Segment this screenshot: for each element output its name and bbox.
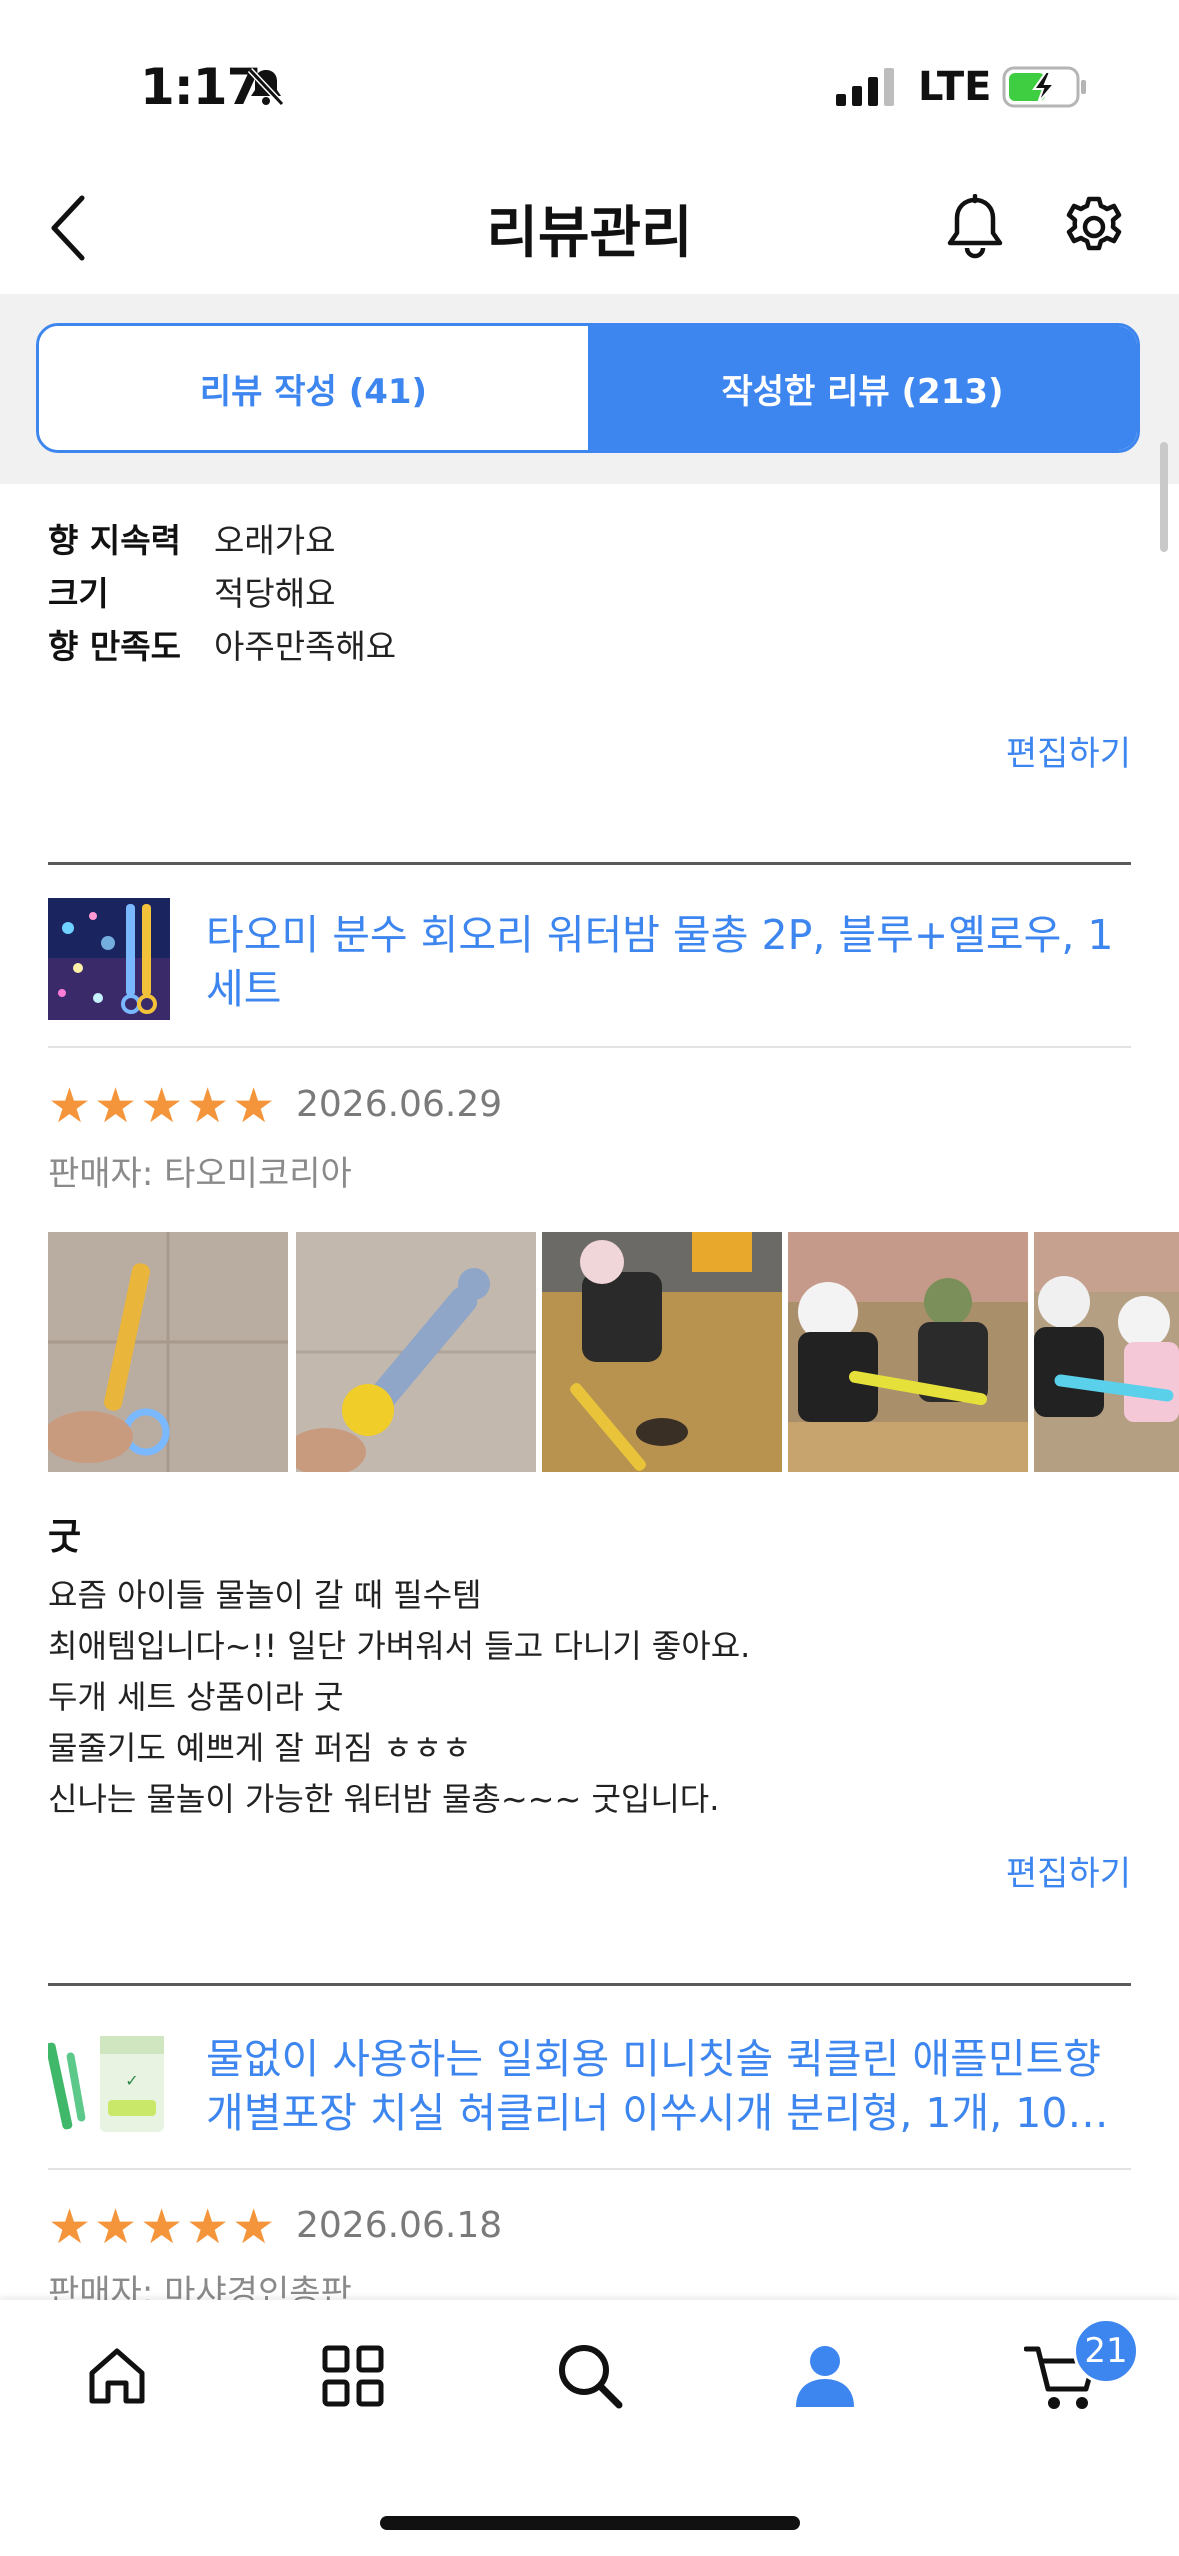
home-icon[interactable] (84, 2343, 150, 2409)
edit-review-link[interactable]: 편집하기 (1006, 726, 1131, 775)
review-body-line: 두개 세트 상품이라 굿 (48, 1678, 344, 1716)
star-icon: ★ (140, 1078, 184, 1134)
review-tabs: 리뷰 작성 (41) 작성한 리뷰 (213) (36, 323, 1140, 453)
star-icon: ★ (186, 1078, 230, 1134)
tab-write-review[interactable]: 리뷰 작성 (41) (39, 326, 588, 450)
star-icon: ★ (186, 2199, 230, 2255)
categories-icon[interactable] (321, 2344, 385, 2408)
signal-icon (836, 68, 894, 106)
attribute-row: 크기 적당해요 (48, 567, 335, 615)
attribute-row: 향 만족도 아주만족해요 (48, 620, 396, 668)
scrollbar[interactable] (1160, 442, 1168, 552)
home-indicator (380, 2516, 800, 2530)
seller-name: 판매자: 타오미코리아 (48, 1154, 352, 1194)
cart-count-badge: 21 (1073, 2318, 1139, 2384)
silent-bell-icon (247, 67, 285, 107)
star-icon: ★ (140, 2199, 184, 2255)
review-body-line: 물줄기도 예쁘게 잘 퍼짐 ㅎㅎㅎ (48, 1729, 472, 1767)
review-title: 굿 (48, 1517, 82, 1558)
review-photo[interactable] (48, 1232, 288, 1472)
review-body-line: 신나는 물놀이 가능한 워터밤 물총~~~ 굿입니다. (48, 1780, 720, 1818)
svg-text:✓: ✓ (125, 2071, 138, 2090)
tab-written-reviews[interactable]: 작성한 리뷰 (213) (588, 326, 1137, 450)
network-type: LTE (918, 64, 992, 110)
review-photo[interactable] (788, 1232, 1028, 1472)
star-icon: ★ (48, 2199, 92, 2255)
review-photo[interactable] (296, 1232, 536, 1472)
attribute-label: 크기 (48, 574, 109, 613)
review-body-line: 요즘 아이들 물놀이 갈 때 필수템 (48, 1576, 482, 1614)
product-title-link-line2[interactable]: 개별포장 치실 혀클리너 이쑤시개 분리형, 1개, 10… (206, 2086, 1131, 2140)
settings-gear-icon[interactable] (1063, 196, 1125, 258)
review-divider (48, 1983, 1131, 1986)
edit-review-link[interactable]: 편집하기 (1006, 1846, 1131, 1895)
star-icon: ★ (94, 1078, 138, 1134)
status-time: 1:17 (140, 58, 261, 116)
attribute-value: 아주만족해요 (214, 627, 397, 666)
attribute-label: 향 지속력 (48, 521, 181, 560)
attribute-value: 적당해요 (214, 574, 336, 613)
star-rating: ★ ★ ★ ★ ★ (48, 2203, 275, 2251)
star-icon: ★ (94, 2199, 138, 2255)
review-body: 요즘 아이들 물놀이 갈 때 필수템 최애템입니다~!! 일단 가벼워서 들고 … (48, 1570, 750, 1825)
review-body-line: 최애템입니다~!! 일단 가벼워서 들고 다니기 좋아요. (48, 1627, 751, 1665)
search-icon[interactable] (555, 2341, 625, 2411)
attribute-label: 향 만족도 (48, 627, 181, 666)
notification-bell-icon[interactable] (946, 194, 1004, 260)
star-icon: ★ (48, 1078, 92, 1134)
product-thumbnail[interactable]: ✓ (48, 2022, 170, 2144)
star-rating: ★ ★ ★ ★ ★ (48, 1082, 275, 1130)
star-icon: ★ (232, 2199, 276, 2255)
product-title-link[interactable]: 타오미 분수 회오리 워터밤 물총 2P, 블루+옐로우, 1세트 (206, 908, 1131, 1016)
attribute-row: 향 지속력 오래가요 (48, 514, 335, 562)
review-photo[interactable] (1034, 1232, 1179, 1472)
divider (48, 1046, 1131, 1048)
product-thumbnail[interactable] (48, 898, 170, 1020)
review-photo[interactable] (542, 1232, 782, 1472)
divider (48, 2168, 1131, 2170)
battery-icon (1002, 66, 1086, 108)
attribute-value: 오래가요 (214, 521, 336, 560)
review-divider (48, 862, 1131, 865)
star-icon: ★ (232, 1078, 276, 1134)
product-title-link[interactable]: 물없이 사용하는 일회용 미니칫솔 퀵클린 애플민트향 (206, 2032, 1131, 2086)
my-page-icon[interactable] (792, 2343, 858, 2409)
review-date: 2026.06.18 (296, 2205, 503, 2246)
review-date: 2026.06.29 (296, 1084, 503, 1125)
